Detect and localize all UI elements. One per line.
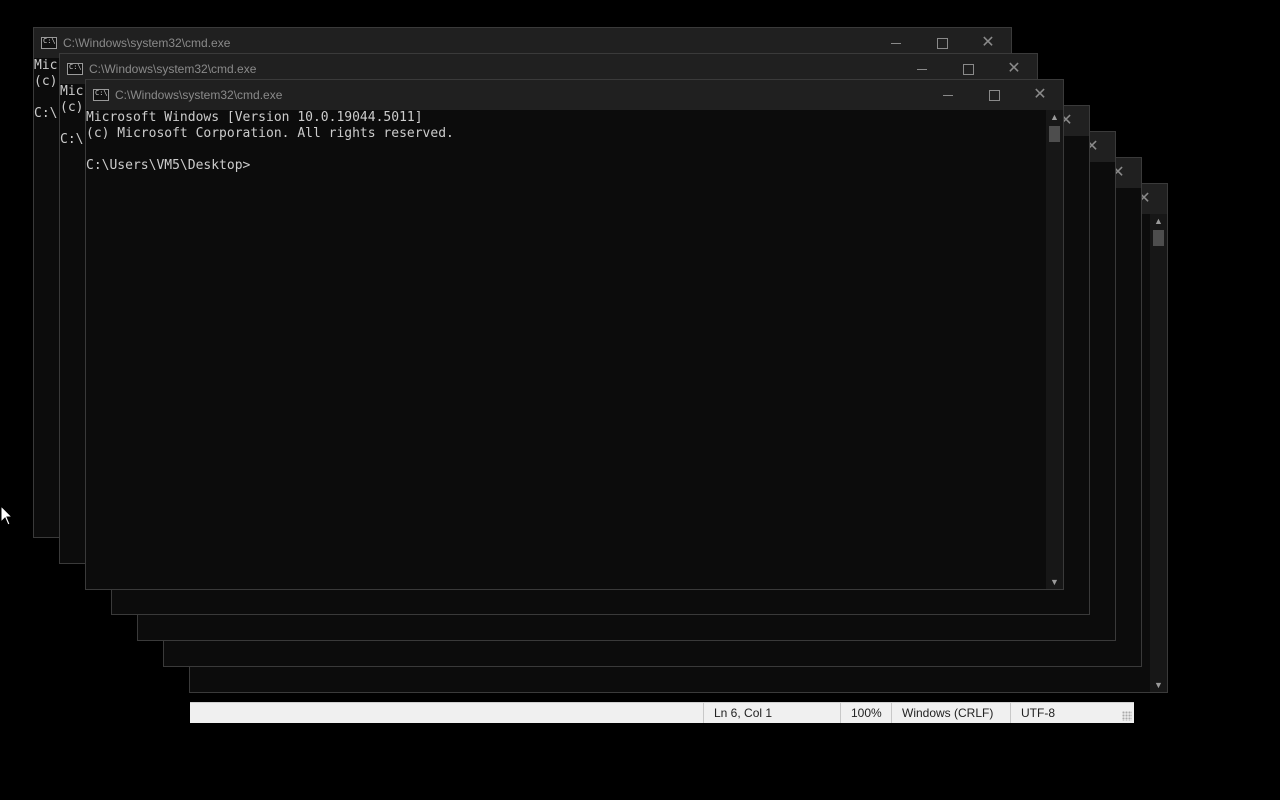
resize-grip-icon[interactable] bbox=[1122, 711, 1132, 721]
console-scrollbar[interactable]: ▲ ▼ bbox=[1046, 110, 1063, 589]
status-line-ending: Windows (CRLF) bbox=[891, 703, 1011, 723]
scroll-up-icon[interactable]: ▲ bbox=[1150, 214, 1167, 228]
cmd-app-icon bbox=[67, 63, 83, 75]
close-icon[interactable]: ✕ bbox=[1017, 80, 1063, 110]
mouse-pointer-icon bbox=[1, 506, 13, 526]
minimize-icon[interactable] bbox=[925, 80, 971, 110]
statusbar: Ln 6, Col 1 100% Windows (CRLF) UTF-8 bbox=[190, 702, 1134, 723]
cmd-window-front[interactable]: C:\Windows\system32\cmd.exe ✕ Microsoft … bbox=[85, 79, 1064, 590]
scroll-thumb[interactable] bbox=[1153, 230, 1164, 246]
status-encoding: UTF-8 bbox=[1010, 703, 1130, 723]
scroll-down-icon[interactable]: ▼ bbox=[1046, 575, 1063, 589]
status-position: Ln 6, Col 1 bbox=[703, 703, 843, 723]
console-line: (c) Microsoft Corporation. All rights re… bbox=[86, 126, 454, 141]
cmd-app-icon bbox=[93, 89, 109, 101]
console-prompt[interactable]: C:\Users\VM5\Desktop> bbox=[86, 158, 1046, 174]
scroll-down-icon[interactable]: ▼ bbox=[1150, 678, 1167, 692]
status-zoom: 100% bbox=[840, 703, 892, 723]
cmd-app-icon bbox=[41, 37, 57, 49]
window-title: C:\Windows\system32\cmd.exe bbox=[63, 36, 231, 50]
console-output[interactable]: Microsoft Windows [Version 10.0.19044.50… bbox=[86, 110, 1046, 589]
maximize-icon[interactable] bbox=[971, 80, 1017, 110]
stacked-window-4-scrollbar[interactable]: ▲ ▼ bbox=[1150, 214, 1167, 692]
console-line: Microsoft Windows [Version 10.0.19044.50… bbox=[86, 110, 423, 125]
cmd-window-front-titlebar[interactable]: C:\Windows\system32\cmd.exe ✕ bbox=[86, 80, 1063, 110]
window-title: C:\Windows\system32\cmd.exe bbox=[89, 62, 257, 76]
scroll-up-icon[interactable]: ▲ bbox=[1046, 110, 1063, 124]
scroll-thumb[interactable] bbox=[1049, 126, 1060, 142]
window-title: C:\Windows\system32\cmd.exe bbox=[115, 88, 283, 102]
